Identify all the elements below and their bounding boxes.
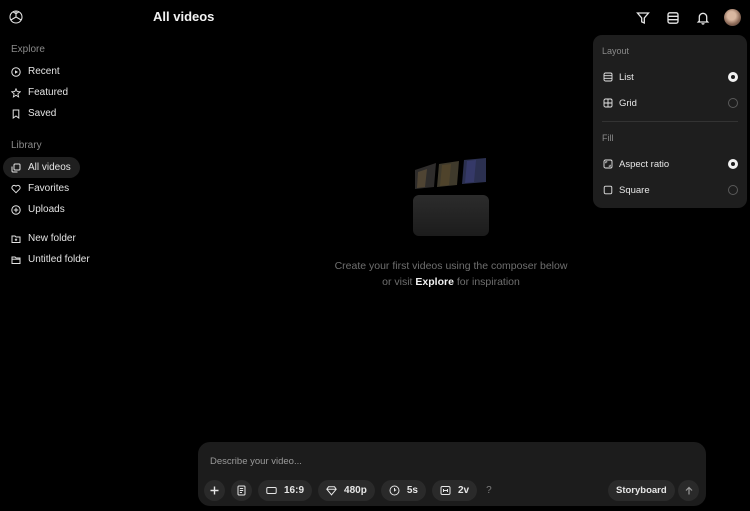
prompt-input[interactable] (210, 456, 610, 467)
empty-state-message: Create your first videos using the compo… (301, 258, 601, 290)
square-icon (603, 185, 613, 195)
document-icon (236, 485, 247, 496)
fill-option-label: Aspect ratio (619, 158, 670, 170)
page-title: All videos (153, 9, 215, 24)
sidebar-item-all-videos[interactable]: All videos (3, 157, 80, 178)
presets-button[interactable] (231, 480, 252, 501)
duration-button[interactable]: 5s (380, 480, 426, 501)
plus-circle-icon (11, 204, 21, 215)
sidebar-item-featured[interactable]: Featured (3, 82, 80, 103)
list-icon (603, 72, 613, 82)
grid-icon (603, 98, 613, 108)
sidebar-item-label: Uploads (28, 204, 65, 215)
sidebar-item-recent[interactable]: Recent (3, 61, 80, 82)
star-icon (11, 87, 21, 98)
fill-option-label: Square (619, 184, 650, 196)
radio-selected[interactable] (728, 159, 738, 169)
storyboard-button[interactable]: Storyboard (608, 480, 675, 501)
aspect-ratio-value: 16:9 (284, 485, 305, 496)
play-circle-icon (11, 66, 21, 77)
sidebar-item-label: Untitled folder (28, 254, 90, 265)
empty-state-prefix: or visit (382, 276, 413, 288)
sidebar-item-untitled-folder[interactable]: Untitled folder (3, 249, 113, 270)
section-title-library: Library (11, 140, 42, 151)
view-options-menu: Layout List Grid Fill Aspect ratio Squar… (593, 35, 747, 208)
layout-option-label: Grid (619, 97, 637, 109)
layout-section-title: Layout (602, 46, 630, 56)
send-button[interactable] (678, 480, 699, 501)
layout-option-grid[interactable]: Grid (593, 92, 747, 114)
empty-state-line1: Create your first videos using the compo… (334, 260, 568, 272)
header-actions (621, 9, 750, 26)
new-folder-icon (11, 234, 21, 244)
duration-value: 5s (406, 485, 418, 496)
sidebar-item-saved[interactable]: Saved (3, 103, 80, 124)
radio-selected[interactable] (728, 72, 738, 82)
section-title-explore: Explore (11, 44, 45, 55)
radio-unselected[interactable] (728, 185, 738, 195)
resolution-value: 480p (344, 485, 367, 496)
layout-option-label: List (619, 71, 634, 83)
folder-icon (11, 255, 21, 265)
resolution-button[interactable]: 480p (318, 480, 375, 501)
sidebar-item-label: All videos (28, 162, 71, 173)
heart-icon (11, 184, 21, 194)
variations-value: 2v (457, 485, 470, 496)
sidebar-item-label: Saved (28, 108, 57, 119)
aspect-rectangle-icon (266, 485, 277, 496)
avatar[interactable] (724, 9, 741, 26)
bookmark-icon (11, 109, 21, 119)
sidebar-item-label: Recent (28, 66, 60, 77)
plus-icon (209, 485, 220, 496)
openai-logo-icon[interactable] (8, 9, 24, 25)
layout-option-list[interactable]: List (593, 66, 747, 88)
variations-button[interactable]: 2v (431, 480, 478, 501)
bell-icon[interactable] (695, 10, 711, 26)
sidebar-item-favorites[interactable]: Favorites (3, 178, 80, 199)
fill-option-square[interactable]: Square (593, 179, 747, 201)
explore-link[interactable]: Explore (415, 276, 454, 288)
diamond-icon (326, 485, 337, 496)
filter-icon[interactable] (635, 10, 651, 26)
aspect-ratio-icon (603, 159, 613, 169)
fill-option-aspect-ratio[interactable]: Aspect ratio (593, 153, 747, 175)
add-button[interactable] (204, 480, 225, 501)
variations-icon (440, 485, 451, 496)
empty-state-suffix: for inspiration (456, 276, 520, 288)
sidebar-item-label: Favorites (28, 183, 70, 194)
radio-unselected[interactable] (728, 98, 738, 108)
sidebar-item-label: New folder (28, 233, 76, 244)
sidebar: Explore Recent Featured Saved Library Al… (0, 36, 140, 270)
sidebar-item-new-folder[interactable]: New folder (3, 228, 80, 249)
composer: 16:9 480p 5s 2v ? Storyboard (198, 442, 706, 506)
view-options-icon[interactable] (665, 10, 681, 26)
arrow-up-icon (685, 486, 692, 494)
sidebar-item-label: Featured (28, 87, 69, 98)
aspect-ratio-button[interactable]: 16:9 (258, 480, 313, 501)
fill-section-title: Fill (602, 133, 614, 143)
composer-toolbar: 16:9 480p 5s 2v ? (204, 480, 492, 501)
clock-icon (389, 485, 400, 496)
clapperboard-icon (413, 158, 489, 236)
sidebar-item-uploads[interactable]: Uploads (3, 199, 80, 220)
empty-state-line2: or visit Explore for inspiration (301, 274, 601, 290)
menu-divider (602, 121, 738, 122)
videos-icon (11, 163, 21, 173)
help-icon[interactable]: ? (486, 485, 492, 496)
